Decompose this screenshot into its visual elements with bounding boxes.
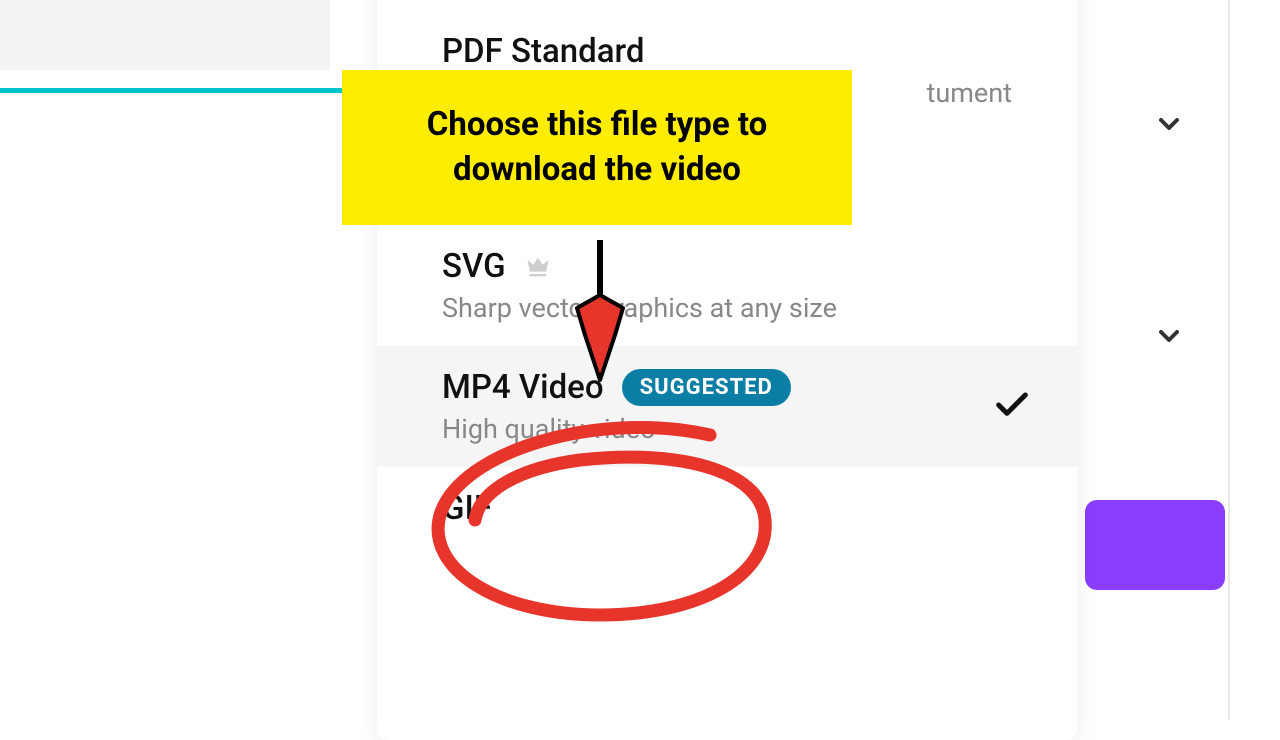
background-stripe: [0, 0, 330, 70]
option-mp4-video[interactable]: MP4 Video SUGGESTED High quality video: [377, 346, 1077, 467]
chevron-down-icon[interactable]: [1153, 320, 1185, 356]
crown-icon: [524, 253, 552, 281]
option-svg[interactable]: SVG Sharp vector graphics at any size: [377, 225, 1077, 346]
option-title: GIF: [442, 489, 1012, 528]
arrow-down-annotation: [555, 240, 645, 404]
teal-underline: [0, 88, 345, 93]
annotation-callout: Choose this file type to download the vi…: [342, 70, 852, 225]
callout-text: Choose this file type to download the vi…: [362, 103, 832, 192]
option-desc: High quality video: [442, 413, 1012, 445]
option-desc: Sharp vector graphics at any size: [442, 292, 1012, 324]
option-gif[interactable]: GIF: [377, 467, 1077, 550]
check-icon: [992, 385, 1032, 429]
option-title: PDF Standard: [442, 32, 1012, 71]
chevron-down-icon[interactable]: [1153, 108, 1185, 144]
option-title-text: SVG: [442, 247, 506, 286]
download-button[interactable]: [1085, 500, 1225, 590]
option-title: SVG: [442, 247, 1012, 286]
suggested-badge: SUGGESTED: [622, 369, 791, 406]
option-title: MP4 Video SUGGESTED: [442, 368, 1012, 407]
